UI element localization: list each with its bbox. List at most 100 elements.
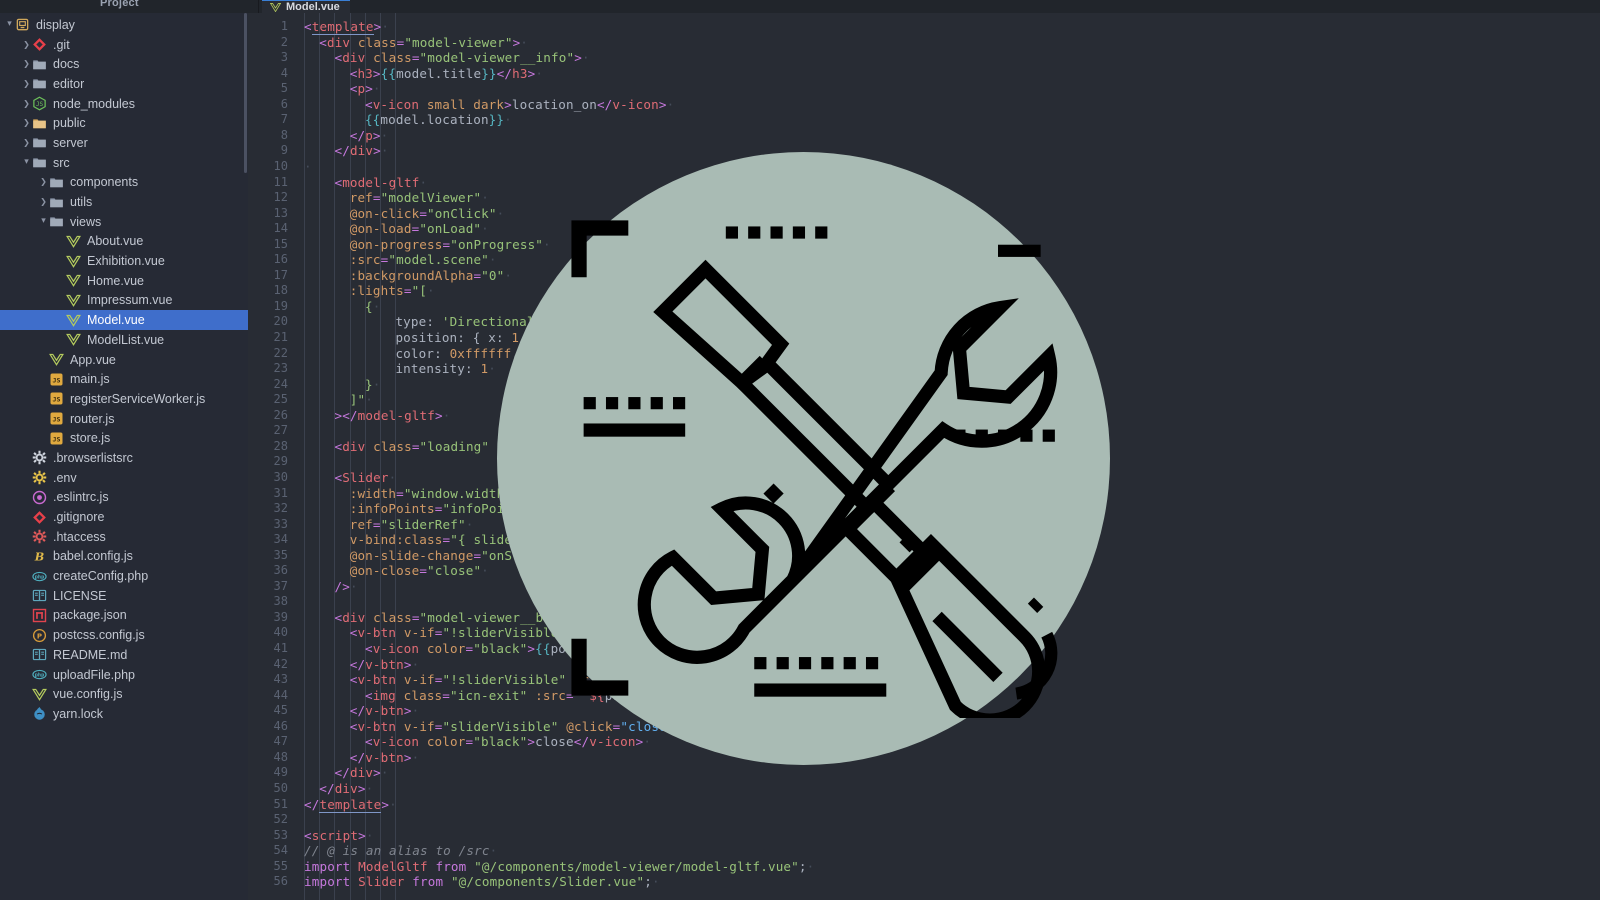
tree-item-label: babel.config.js xyxy=(53,549,133,564)
code-line[interactable]: </v-btn>· xyxy=(350,703,420,719)
tree-item-node-modules[interactable]: ❯ JS node_modules xyxy=(0,94,248,114)
tree-item-label: .git xyxy=(53,37,70,52)
tree-item-impressum-vue[interactable]: Impressum.vue xyxy=(0,291,248,311)
chevron-right-icon[interactable]: ❯ xyxy=(21,79,32,88)
tree-item-docs[interactable]: ❯ docs xyxy=(0,54,248,74)
code-line[interactable]: <template>· xyxy=(304,19,389,35)
tree-item-package-json[interactable]: package.json xyxy=(0,606,248,626)
code-line[interactable]: @on-close="close"· xyxy=(350,563,489,579)
code-line[interactable]: <Slider· xyxy=(334,470,396,486)
code-line[interactable]: intensity: 1· xyxy=(395,361,496,377)
code-line[interactable]: <div class="model-viewer">· xyxy=(319,35,528,51)
tree-item-createconfig-php[interactable]: php createConfig.php xyxy=(0,566,248,586)
code-line[interactable]: ref="modelViewer"· xyxy=(350,190,489,206)
tree-item-postcss-config-js[interactable]: Ppostcss.config.js xyxy=(0,625,248,645)
tree-item-yarn-lock[interactable]: yarn.lock xyxy=(0,704,248,724)
tree-item-model-vue[interactable]: Model.vue xyxy=(0,310,248,330)
code-line[interactable]: <v-icon color="black">close</v-icon>· xyxy=(365,734,651,750)
tab-model-vue[interactable]: Model.vue xyxy=(262,0,350,13)
code-line[interactable]: @on-progress="onProgress"· xyxy=(350,237,551,253)
tree-item-server[interactable]: ❯ server xyxy=(0,133,248,153)
code-line[interactable]: {{model.location}}· xyxy=(365,112,512,128)
code-line[interactable]: </div>· xyxy=(334,143,388,159)
code-line[interactable]: <script>· xyxy=(304,828,374,844)
code-line[interactable]: <p>· xyxy=(350,81,381,97)
tree-item-eslintrc-js[interactable]: .eslintrc.js xyxy=(0,488,248,508)
code-line[interactable]: import Slider from "@/components/Slider.… xyxy=(304,874,660,890)
tree-item-babel-config-js[interactable]: Bbabel.config.js xyxy=(0,547,248,567)
code-line[interactable]: <v-icon small dark>location_on</v-icon>· xyxy=(365,97,674,113)
tree-item-router-js[interactable]: JS router.js xyxy=(0,409,248,429)
tree-item-home-vue[interactable]: Home.vue xyxy=(0,271,248,291)
tree-item-app-vue[interactable]: App.vue xyxy=(0,350,248,370)
tree-item-editor[interactable]: ❯ editor xyxy=(0,74,248,94)
tree-item-display[interactable]: ▾ display xyxy=(0,15,248,35)
code-line[interactable]: :backgroundAlpha="0"· xyxy=(350,268,512,284)
tree-item-readme-md[interactable]: README.md xyxy=(0,645,248,665)
line-number: 24 xyxy=(273,376,288,391)
tree-item-store-js[interactable]: JS store.js xyxy=(0,428,248,448)
code-line[interactable]: // @ is an alias to /src· xyxy=(304,843,497,859)
tree-item-git[interactable]: ❯ .git xyxy=(0,35,248,55)
code-line[interactable]: ></model-gltf>· xyxy=(334,408,450,424)
code-line[interactable]: :width="window.width"· xyxy=(350,486,520,502)
code-line[interactable]: {· xyxy=(365,299,380,315)
file-tree-list[interactable]: ▾ display ❯ .git ❯ docs ❯ editor ❯ JS node_modules… xyxy=(0,15,248,724)
line-number: 15 xyxy=(273,236,288,251)
code-line[interactable]: </v-btn>· xyxy=(350,657,420,673)
tree-item-registerserviceworker-js[interactable]: JS registerServiceWorker.js xyxy=(0,389,248,409)
sidebar-scrollbar[interactable] xyxy=(244,13,247,173)
chevron-right-icon[interactable]: ❯ xyxy=(21,40,32,49)
code-line[interactable]: @on-load="onLoad"· xyxy=(350,221,489,237)
tree-item-uploadfile-php[interactable]: php uploadFile.php xyxy=(0,665,248,685)
vue-icon xyxy=(66,254,81,269)
chevron-right-icon[interactable]: ❯ xyxy=(38,178,49,186)
tree-item-gitignore[interactable]: .gitignore xyxy=(0,507,248,527)
tree-item-vue-config-js[interactable]: vue.config.js xyxy=(0,684,248,704)
code-line[interactable]: }· xyxy=(365,377,380,393)
code-line[interactable]: :lights="[· xyxy=(350,283,435,299)
tree-item-exhibition-vue[interactable]: Exhibition.vue xyxy=(0,251,248,271)
code-line[interactable]: </template>· xyxy=(304,796,397,813)
chevron-down-icon[interactable]: ▾ xyxy=(21,158,32,167)
code-line[interactable]: </div>· xyxy=(334,765,388,781)
code-line[interactable]: :src="model.scene"· xyxy=(350,252,497,268)
tree-item-public[interactable]: ❯ public xyxy=(0,113,248,133)
chevron-right-icon[interactable]: ❯ xyxy=(38,198,49,206)
chevron-right-icon[interactable]: ❯ xyxy=(21,99,32,108)
babel-icon: B xyxy=(32,549,47,564)
code-line[interactable]: <h3>{{model.title}}</h3>· xyxy=(350,66,543,82)
code-line[interactable]: ]"· xyxy=(350,392,373,408)
code-line[interactable]: <model-gltf· xyxy=(334,175,427,191)
chevron-down-icon[interactable]: ▾ xyxy=(38,217,49,226)
code-line[interactable]: </div>· xyxy=(319,781,373,797)
chevron-right-icon[interactable]: ❯ xyxy=(21,60,32,68)
tree-item-src[interactable]: ▾ src xyxy=(0,153,248,173)
tree-item-htaccess[interactable]: .htaccess xyxy=(0,527,248,547)
chevron-down-icon[interactable]: ▾ xyxy=(4,20,15,29)
code-editor[interactable]: 1 2 3 4 5 6 7 8 9 10 11 12 13 14 15 16 17 18 19 20 21 22 23 24 2… xyxy=(248,13,1600,900)
line-number: 39 xyxy=(273,609,288,624)
tree-item-env[interactable]: .env xyxy=(0,468,248,488)
line-number: 14 xyxy=(273,221,288,236)
chevron-right-icon[interactable]: ❯ xyxy=(21,138,32,147)
code-line[interactable]: <div class="model-viewer__info">· xyxy=(334,50,589,66)
project-file-tree[interactable]: ▾ display ❯ .git ❯ docs ❯ editor ❯ JS node_modules… xyxy=(0,13,248,900)
tree-item-about-vue[interactable]: About.vue xyxy=(0,232,248,252)
tree-item-modellist-vue[interactable]: ModelList.vue xyxy=(0,330,248,350)
chevron-right-icon[interactable]: ❯ xyxy=(21,119,32,127)
code-line[interactable]: @on-click="onClick"· xyxy=(350,206,505,222)
code-line[interactable]: </p>· xyxy=(350,128,389,144)
tree-item-views[interactable]: ▾ views xyxy=(0,212,248,232)
code-line[interactable]: · xyxy=(304,159,312,175)
code-line[interactable]: </v-btn>· xyxy=(350,750,420,766)
tree-item-license[interactable]: LICENSE xyxy=(0,586,248,606)
code-line[interactable]: />· xyxy=(334,579,357,595)
tree-item-browserlistsrc[interactable]: .browserlistsrc xyxy=(0,448,248,468)
code-line[interactable]: color: 0xffffff, xyxy=(395,346,519,362)
code-line[interactable]: import ModelGltf from "@/components/mode… xyxy=(304,859,814,875)
tree-item-main-js[interactable]: JS main.js xyxy=(0,369,248,389)
tree-item-components[interactable]: ❯ components xyxy=(0,173,248,193)
tree-item-utils[interactable]: ❯ utils xyxy=(0,192,248,212)
code-line[interactable]: ref="sliderRef"· xyxy=(350,517,474,533)
